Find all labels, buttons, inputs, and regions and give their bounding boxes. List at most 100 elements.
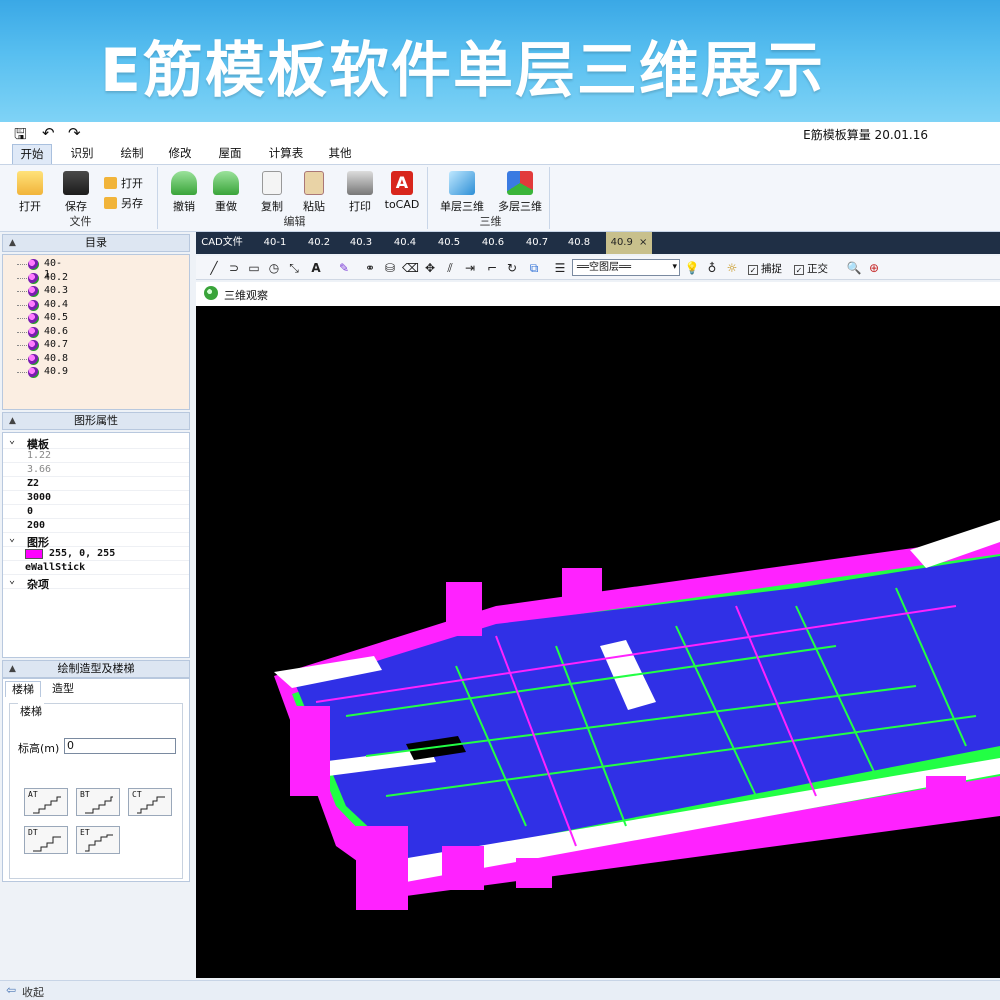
tab-roof[interactable]: 屋面	[210, 144, 250, 164]
print-button[interactable]: 打印	[340, 171, 380, 214]
cad-tab[interactable]: 40.3	[342, 232, 380, 254]
stair-type-bt-button[interactable]: BT	[76, 788, 120, 816]
tab-start[interactable]: 开始	[12, 144, 52, 164]
match-prop-icon[interactable]: ⚭	[362, 260, 378, 276]
property-category-misc[interactable]: ⌄ 杂项	[3, 575, 189, 591]
trim-icon[interactable]: ⫽	[442, 260, 458, 276]
elevation-input[interactable]: 0	[64, 738, 176, 754]
edit-group: 撤销 重做 复制 粘贴 打印 A toCAD 编辑	[162, 167, 428, 229]
save-as-button[interactable]: 另存	[104, 195, 143, 211]
tab-other[interactable]: 其他	[320, 144, 360, 164]
zoom-search-icon[interactable]: 🔍	[846, 260, 862, 276]
undo-icon[interactable]: ↶	[42, 124, 55, 142]
properties-header[interactable]: ▲ 图形属性	[2, 412, 190, 430]
bulb-on-icon[interactable]: 💡	[684, 260, 700, 276]
cad-tab[interactable]: 40.7	[518, 232, 556, 254]
cad-tab[interactable]: 40.5	[430, 232, 468, 254]
property-color-row[interactable]: 255, 0, 255	[3, 547, 189, 561]
property-row[interactable]: 3000	[3, 491, 189, 505]
arc-icon[interactable]: ⊃	[226, 260, 242, 276]
collapse-caret-icon[interactable]: ▲	[9, 413, 16, 429]
stair-icon	[85, 834, 113, 852]
checkbox-checked-icon: ✓	[748, 265, 758, 275]
redo-button[interactable]: 重做	[206, 171, 246, 214]
tab-stairs[interactable]: 楼梯	[5, 681, 41, 697]
tocad-button[interactable]: A toCAD	[382, 171, 422, 211]
line-icon[interactable]: ╱	[206, 260, 222, 276]
directory-header[interactable]: ▲ 目录	[2, 234, 190, 252]
save-button[interactable]: 保存	[56, 171, 96, 214]
sun-icon[interactable]: ☼	[724, 260, 740, 276]
collapse-label[interactable]: 收起	[22, 984, 44, 1000]
layer-manager-icon[interactable]: ☰	[552, 260, 568, 276]
layer-select[interactable]: ══空图层══ ▾	[572, 259, 680, 276]
file-group: 打开 保存 打开 另存 文件	[4, 167, 158, 229]
dimension-icon[interactable]: ⤡	[286, 260, 302, 276]
stair-type-et-button[interactable]: ET	[76, 826, 120, 854]
extend-icon[interactable]: ⇥	[462, 260, 478, 276]
collapse-caret-icon[interactable]: ▲	[9, 235, 16, 251]
text-icon[interactable]: A	[308, 260, 324, 276]
brush-icon[interactable]: ✎	[336, 260, 352, 276]
collapse-arrow-icon[interactable]: ⇦	[6, 983, 16, 997]
tab-calc-table[interactable]: 计算表	[262, 144, 310, 164]
open-small-button[interactable]: 打开	[104, 175, 143, 191]
erase-icon[interactable]: ⌫	[402, 260, 419, 276]
tab-shape[interactable]: 造型	[45, 681, 81, 697]
stair-type-ct-button[interactable]: CT	[128, 788, 172, 816]
cad-tab[interactable]: 40.2	[300, 232, 338, 254]
multi-layer-3d-button[interactable]: 多层三维	[492, 171, 548, 214]
redo-icon[interactable]: ↷	[68, 124, 81, 142]
stair-type-dt-button[interactable]: DT	[24, 826, 68, 854]
open-button[interactable]: 打开	[10, 171, 50, 214]
zoom-3d-icon[interactable]: ⧉	[526, 260, 542, 276]
expand-icon[interactable]: ⌄	[9, 435, 15, 446]
single-layer-3d-button[interactable]: 单层三维	[434, 171, 490, 214]
undo-button[interactable]: 撤销	[164, 171, 204, 214]
cad-tab[interactable]: 40.8	[560, 232, 598, 254]
property-row[interactable]: 3.66	[3, 463, 189, 477]
cad-tab[interactable]: 40.4	[386, 232, 424, 254]
tab-modify[interactable]: 修改	[160, 144, 200, 164]
tab-recognize[interactable]: 识别	[62, 144, 102, 164]
layer-icon	[28, 340, 39, 351]
cad-tab[interactable]: 40.6	[474, 232, 512, 254]
move-icon[interactable]: ✥	[422, 260, 438, 276]
property-row[interactable]: Z2	[3, 477, 189, 491]
view-title: 三维观察	[224, 289, 268, 302]
property-row[interactable]: eWallStick	[3, 561, 189, 575]
rectangle-icon[interactable]: ▭	[246, 260, 262, 276]
3d-viewport[interactable]	[196, 306, 1000, 978]
3d-model-render[interactable]	[196, 306, 1000, 978]
close-tab-icon[interactable]: ×	[639, 237, 647, 248]
layer-prop-icon[interactable]: ⛁	[382, 260, 398, 276]
copy-icon	[262, 171, 282, 195]
rotate-icon[interactable]: ↻	[504, 260, 520, 276]
property-row[interactable]: 1.22	[3, 449, 189, 463]
copy-button[interactable]: 复制	[252, 171, 292, 214]
property-row[interactable]: 0	[3, 505, 189, 519]
cad-file-tabs: CAD文件 40-1 40.2 40.3 40.4 40.5 40.6 40.7…	[196, 232, 1000, 254]
color-swatch[interactable]	[25, 549, 43, 559]
checkbox-checked-icon: ✓	[794, 265, 804, 275]
cad-tab[interactable]: 40-1	[256, 232, 294, 254]
stairs-panel-header[interactable]: ▲ 绘制造型及楼梯	[2, 660, 190, 678]
expand-icon[interactable]: ⌄	[9, 575, 15, 586]
circle-icon[interactable]: ◷	[266, 260, 282, 276]
multi-cube-icon	[507, 171, 533, 195]
fillet-icon[interactable]: ⌐	[484, 260, 500, 276]
collapse-caret-icon[interactable]: ▲	[9, 661, 16, 677]
property-category-template[interactable]: ⌄ 模板	[3, 435, 189, 451]
tab-draw[interactable]: 绘制	[112, 144, 152, 164]
crosshair-icon[interactable]: ⊕	[866, 260, 882, 276]
model-column	[562, 568, 602, 606]
property-category-shape[interactable]: ⌄ 图形	[3, 533, 189, 549]
snap-checkbox[interactable]: ✓ 捕捉	[748, 261, 782, 276]
cad-tab-active[interactable]: 40.9 ×	[606, 232, 652, 254]
ortho-checkbox[interactable]: ✓ 正交	[794, 261, 828, 276]
paste-button[interactable]: 粘贴	[294, 171, 334, 214]
stair-type-at-button[interactable]: AT	[24, 788, 68, 816]
bulb-off-icon[interactable]: ♁	[704, 260, 720, 276]
expand-icon[interactable]: ⌄	[9, 533, 15, 544]
property-row[interactable]: 200	[3, 519, 189, 533]
